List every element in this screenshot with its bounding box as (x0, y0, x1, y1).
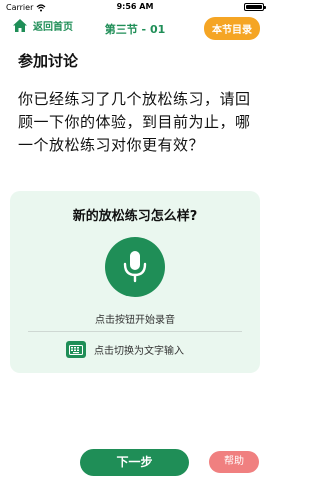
card-question: 新的放松练习怎么样? (72, 209, 198, 224)
battery-icon (244, 3, 266, 11)
page-title: 参加讨论 (18, 52, 79, 70)
nav-bar: 返回首页 第三节 - 01 本节目录 (0, 16, 270, 40)
clock: 9:56 AM (116, 2, 154, 11)
next-step-button[interactable]: 下一步 (80, 449, 189, 476)
microphone-icon (123, 251, 147, 283)
switch-to-text-button[interactable]: 点击切换为文字输入 (66, 341, 184, 358)
status-bar: Carrier 9:56 AM (0, 0, 270, 14)
voice-answer-card: 新的放松练习怎么样? 点击按钮开始录音 点击切换为文字输入 (10, 191, 260, 373)
discussion-prompt: 你已经练习了几个放松练习，请回顾一下你的体验，到目前为止，哪一个放松练习对你更有… (18, 90, 251, 154)
divider (28, 331, 242, 332)
record-hint: 点击按钮开始录音 (95, 315, 175, 326)
section-contents-button[interactable]: 本节目录 (204, 17, 260, 40)
keyboard-icon (66, 341, 86, 358)
switch-to-text-label: 点击切换为文字输入 (94, 346, 184, 357)
record-button[interactable] (105, 237, 165, 297)
help-button[interactable]: 帮助 (209, 451, 259, 473)
